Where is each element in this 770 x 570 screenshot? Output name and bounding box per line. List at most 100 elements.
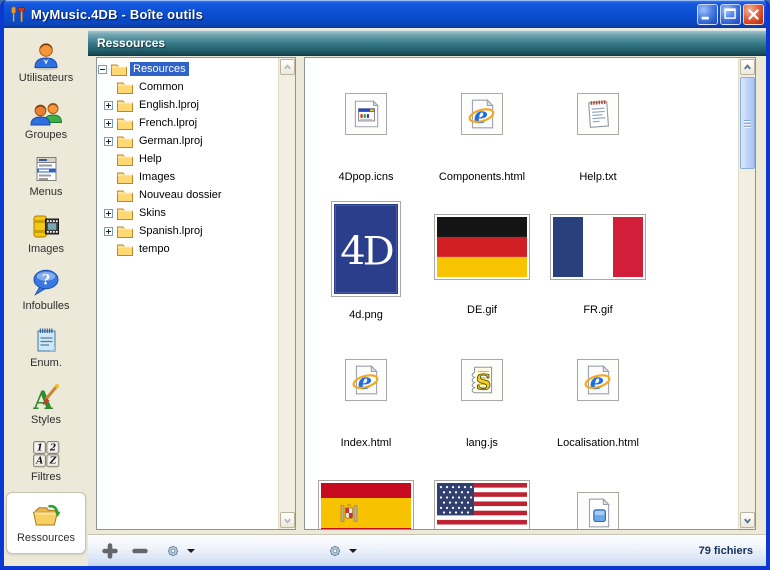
file-name-label: DE.gif [467,304,497,320]
sidebar-item-ressources[interactable]: Ressources [6,492,86,554]
scroll-down-button[interactable] [740,512,755,528]
tree-item-german-lproj[interactable]: German.lproj [97,132,277,150]
sidebar-item-groupes[interactable]: Groupes [6,93,86,150]
scroll-up-button[interactable] [280,59,295,75]
flages-icon [318,480,414,530]
tree-scrollbar[interactable] [278,58,295,529]
dropdown-arrow-icon[interactable] [187,549,195,553]
file-item-fr-gif[interactable]: FR.gif [540,201,656,334]
dropdown-arrow-icon[interactable] [349,549,357,553]
file-thumbnail: e [540,334,656,437]
tree-item-label: Spanish.lproj [136,224,206,238]
file-item[interactable] [424,467,540,529]
sidebar-item-label: Images [28,243,64,255]
users-icon [30,39,62,71]
file-item-4dpop-icns[interactable]: 4Dpop.icns [308,68,424,201]
html-icon: e [461,93,503,135]
add-button[interactable] [102,543,118,559]
expand-icon[interactable] [104,209,117,218]
tree-actions-button[interactable] [165,543,181,559]
txt-icon [577,93,619,135]
content-area: Ressources ResourcesCommon English.lproj F… [88,28,766,566]
file-item[interactable] [540,467,656,529]
folder-icon [117,207,133,220]
expand-icon[interactable] [104,101,117,110]
file-thumbnail [540,467,656,529]
collapse-icon[interactable] [98,65,111,74]
folder-icon [117,225,133,238]
tree-item-french-lproj[interactable]: French.lproj [97,114,277,132]
sidebar-item-infobulles[interactable]: ?Infobulles [6,264,86,321]
file-item[interactable] [308,467,424,529]
files-scrollbar[interactable] [738,58,755,529]
svg-text:A: A [32,386,53,413]
remove-button[interactable] [132,543,148,559]
sidebar-item-filtres[interactable]: 12AZFiltres [6,435,86,492]
file-item-4d-png[interactable]: 4D4d.png [308,201,424,334]
tree-item-common[interactable]: Common [97,78,277,96]
file-thumbnail [308,467,424,529]
tree-item-nouveau-dossier[interactable]: Nouveau dossier [97,186,277,204]
folder-icon [117,99,133,112]
tree: ResourcesCommon English.lproj French.lproj… [97,59,277,529]
sidebar-item-menus[interactable]: Menus [6,150,86,207]
chevron-up-icon [282,62,293,73]
tree-item-images[interactable]: Images [97,168,277,186]
file-item-lang-js[interactable]: Slang.js [424,334,540,467]
tree-item-english-lproj[interactable]: English.lproj [97,96,277,114]
file-item-index-html[interactable]: eIndex.html [308,334,424,467]
folder-icon [117,171,133,184]
file-thumbnail: e [308,334,424,437]
sidebar-item-label: Styles [31,414,61,426]
sidebar-item-enum[interactable]: Enum. [6,321,86,378]
tree-item-help[interactable]: Help [97,150,277,168]
section-title: Ressources [97,36,165,50]
scroll-up-button[interactable] [740,59,755,75]
tree-item-resources[interactable]: Resources [97,60,277,78]
expand-icon[interactable] [104,119,117,128]
sidebar-item-label: Enum. [30,357,62,369]
tree-item-label: Images [136,170,178,184]
tree-item-skins[interactable]: Skins [97,204,277,222]
folder-icon [117,153,133,166]
titlebar: MyMusic.4DB - Boîte outils [0,0,770,28]
scroll-down-button[interactable] [280,512,295,528]
chevron-down-icon [282,515,293,526]
sidebar-item-utilisateurs[interactable]: Utilisateurs [6,36,86,93]
files-actions-button[interactable] [327,543,343,559]
file-thumbnail [424,201,540,304]
maximize-icon [721,5,740,24]
file-item-components-html[interactable]: eComponents.html [424,68,540,201]
img4d-icon: 4D [331,201,401,297]
folder-icon [117,189,133,202]
tree-item-label: English.lproj [136,98,202,112]
file-thumbnail [540,201,656,304]
close-button[interactable] [743,4,764,25]
file-item-localisation-html[interactable]: eLocalisation.html [540,334,656,467]
tree-item-spanish-lproj[interactable]: Spanish.lproj [97,222,277,240]
doc-icon [577,492,619,530]
expand-icon[interactable] [104,137,117,146]
tree-item-tempo[interactable]: tempo [97,240,277,258]
svg-text:?: ? [42,273,50,289]
maximize-button[interactable] [720,4,741,25]
svg-text:A: A [35,457,43,467]
sidebar-item-images[interactable]: Images [6,207,86,264]
file-item-de-gif[interactable]: DE.gif [424,201,540,334]
file-item-help-txt[interactable]: Help.txt [540,68,656,201]
file-grid: 4Dpop.icnseComponents.htmlHelp.txt 4D4d.p… [306,58,737,529]
icns-icon [345,93,387,135]
sidebar-item-styles[interactable]: AStyles [6,378,86,435]
folder-icon [117,243,133,256]
expand-icon[interactable] [104,227,117,236]
flagus-icon [434,480,530,530]
file-name-label: lang.js [466,437,498,453]
scrollbar-thumb[interactable] [740,77,755,169]
resources-tree-panel: ResourcesCommon English.lproj French.lproj… [96,57,296,530]
minimize-button[interactable] [697,4,718,25]
svg-text:S: S [476,370,491,395]
sidebar-item-label: Filtres [31,471,61,483]
svg-text:1: 1 [37,443,43,453]
flagde-icon [434,214,530,280]
svg-text:e: e [590,369,604,395]
